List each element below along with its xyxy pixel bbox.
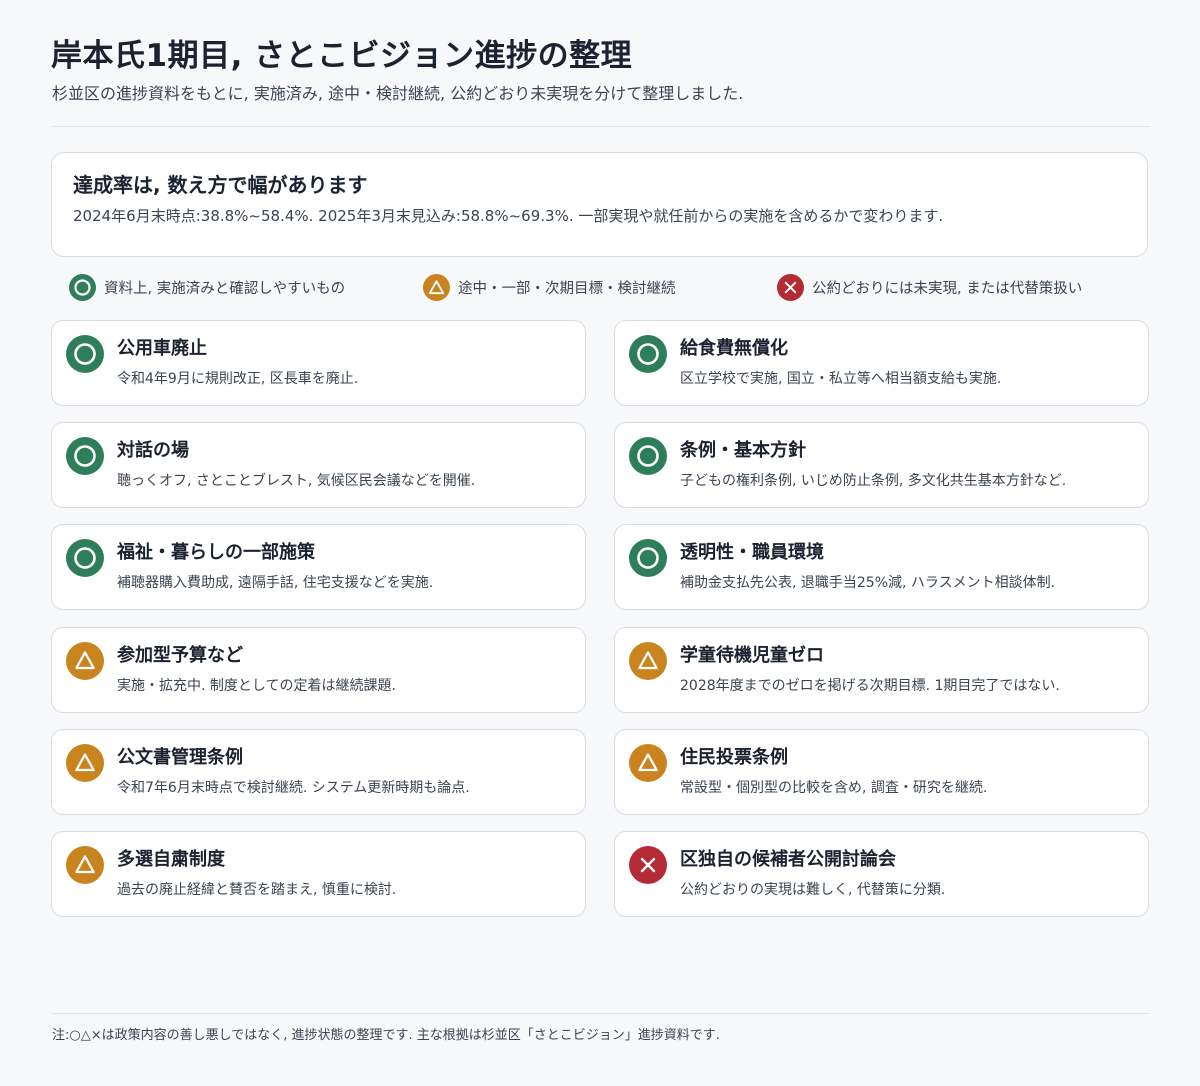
legend-label: 途中・一部・次期目標・検討継続: [458, 280, 676, 297]
circle-icon: [66, 539, 104, 577]
item-title: 住民投票条例: [680, 747, 788, 768]
circle-icon: [66, 335, 104, 373]
legend-label: 公約どおりには未実現, または代替策扱い: [812, 280, 1083, 297]
item-description: 区立学校で実施, 国立・私立等へ相当額支給も実施.: [680, 371, 1002, 387]
triangle-icon: [66, 744, 104, 782]
item-card: 住民投票条例 常設型・個別型の比較を含め, 調査・研究を継続.: [614, 729, 1149, 815]
item-description: 過去の廃止経緯と賛否を踏まえ, 慎重に検討.: [117, 882, 397, 898]
item-description: 2028年度までのゼロを掲げる次期目標. 1期目完了ではない.: [680, 678, 1060, 694]
legend-item-done: 資料上, 実施済みと確認しやすいもの: [69, 273, 345, 301]
item-title: 福祉・暮らしの一部施策: [117, 542, 315, 563]
summary-body: 2024年6月末時点:38.8%~58.4%. 2025年3月末見込み:58.8…: [73, 207, 944, 225]
item-title: 公文書管理条例: [117, 747, 243, 768]
cross-icon: [629, 846, 667, 884]
summary-panel: 達成率は, 数え方で幅があります 2024年6月末時点:38.8%~58.4%.…: [51, 152, 1148, 257]
item-title: 条例・基本方針: [680, 440, 806, 461]
item-card: 透明性・職員環境 補助金支払先公表, 退職手当25%減, ハラスメント相談体制.: [614, 524, 1149, 610]
triangle-icon: [629, 642, 667, 680]
legend-item-not: 公約どおりには未実現, または代替策扱い: [777, 273, 1082, 301]
item-title: 区独自の候補者公開討論会: [680, 849, 896, 870]
summary-heading: 達成率は, 数え方で幅があります: [73, 173, 368, 197]
item-description: 令和4年9月に規則改正, 区長車を廃止.: [117, 371, 359, 387]
item-title: 給食費無償化: [680, 338, 788, 359]
item-description: 令和7年6月末時点で検討継続. システム更新時期も論点.: [117, 780, 470, 796]
circle-icon: [69, 273, 96, 301]
triangle-icon: [66, 642, 104, 680]
page-subtitle: 杉並区の進捗資料をもとに, 実施済み, 途中・検討継続, 公約どおり未実現を分け…: [52, 84, 744, 103]
item-description: 補助金支払先公表, 退職手当25%減, ハラスメント相談体制.: [680, 575, 1056, 591]
item-card: 公用車廃止 令和4年9月に規則改正, 区長車を廃止.: [51, 320, 586, 406]
item-card: 条例・基本方針 子どもの権利条例, いじめ防止条例, 多文化共生基本方針など.: [614, 422, 1149, 508]
item-card: 公文書管理条例 令和7年6月末時点で検討継続. システム更新時期も論点.: [51, 729, 586, 815]
circle-icon: [629, 335, 667, 373]
legend-label: 資料上, 実施済みと確認しやすいもの: [104, 280, 346, 297]
circle-icon: [629, 437, 667, 475]
item-description: 聴っくオフ, さとことブレスト, 気候区民会議などを開催.: [117, 473, 476, 489]
item-description: 補聴器購入費助成, 遠隔手話, 住宅支援などを実施.: [117, 575, 434, 591]
item-card: 福祉・暮らしの一部施策 補聴器購入費助成, 遠隔手話, 住宅支援などを実施.: [51, 524, 586, 610]
item-description: 公約どおりの実現は難しく, 代替策に分類.: [680, 882, 946, 898]
item-description: 実施・拡充中. 制度としての定着は継続課題.: [117, 678, 396, 694]
triangle-icon: [629, 744, 667, 782]
item-title: 多選自粛制度: [117, 849, 225, 870]
cross-icon: [777, 273, 804, 301]
item-description: 常設型・個別型の比較を含め, 調査・研究を継続.: [680, 780, 988, 796]
page-title: 岸本氏1期目, さとこビジョン進捗の整理: [51, 38, 633, 74]
circle-icon: [66, 437, 104, 475]
item-card: 区独自の候補者公開討論会 公約どおりの実現は難しく, 代替策に分類.: [614, 831, 1149, 917]
item-card: 対話の場 聴っくオフ, さとことブレスト, 気候区民会議などを開催.: [51, 422, 586, 508]
header-divider: [51, 126, 1150, 127]
footer-divider: [51, 1013, 1150, 1014]
item-title: 透明性・職員環境: [680, 542, 824, 563]
item-card: 多選自粛制度 過去の廃止経緯と賛否を踏まえ, 慎重に検討.: [51, 831, 586, 917]
triangle-icon: [423, 273, 450, 301]
item-description: 子どもの権利条例, いじめ防止条例, 多文化共生基本方針など.: [680, 473, 1067, 489]
item-card: 学童待機児童ゼロ 2028年度までのゼロを掲げる次期目標. 1期目完了ではない.: [614, 627, 1149, 713]
item-title: 学童待機児童ゼロ: [680, 645, 824, 666]
item-title: 対話の場: [117, 440, 189, 461]
item-title: 公用車廃止: [117, 338, 207, 359]
item-card: 給食費無償化 区立学校で実施, 国立・私立等へ相当額支給も実施.: [614, 320, 1149, 406]
footer-note: 注:○△×は政策内容の善し悪しではなく, 進捗状態の整理です. 主な根拠は杉並区…: [52, 1028, 720, 1043]
item-title: 参加型予算など: [117, 645, 243, 666]
item-card: 参加型予算など 実施・拡充中. 制度としての定着は継続課題.: [51, 627, 586, 713]
legend-item-partial: 途中・一部・次期目標・検討継続: [423, 273, 676, 301]
circle-icon: [629, 539, 667, 577]
triangle-icon: [66, 846, 104, 884]
